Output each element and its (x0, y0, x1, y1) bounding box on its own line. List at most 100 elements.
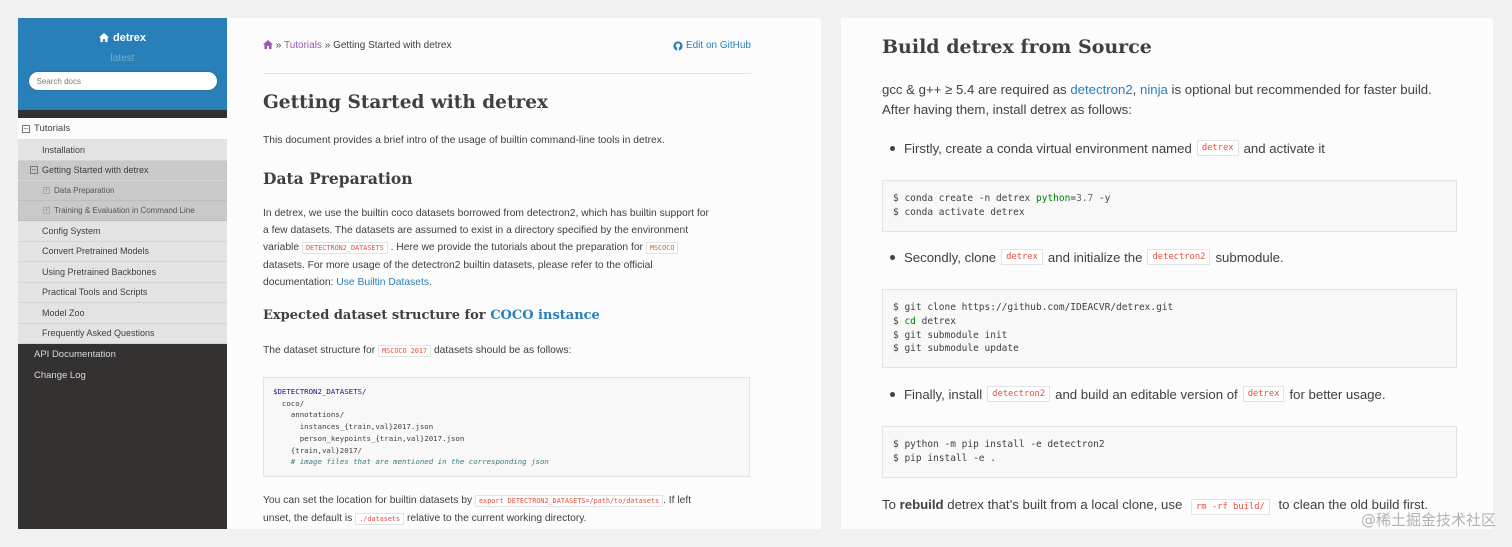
nav-item-label: API Documentation (34, 349, 116, 360)
sidebar: detrex latest − Tutorials Installation −… (18, 18, 227, 529)
nav-item-model-zoo[interactable]: Model Zoo (18, 303, 227, 324)
use-builtin-datasets-link[interactable]: Use Builtin Datasets (336, 277, 429, 288)
collapse-icon[interactable]: − (30, 166, 38, 175)
nav-item-label: Convert Pretrained Models (42, 246, 150, 257)
code-span: $ conda create -n detrex (893, 193, 1036, 204)
text-span: datasets should be as follows: (433, 345, 572, 356)
inline-code: detectron2 (1147, 249, 1211, 265)
text-span: variable (263, 242, 300, 253)
search-input[interactable] (27, 71, 218, 91)
pip-code-block: $ python -m pip install -e detectron2 $ … (882, 426, 1457, 478)
nav-item-installation[interactable]: Installation (18, 140, 227, 161)
coco-instance-link[interactable]: COCO instance (490, 308, 600, 323)
nav-item-pretrained-backbones[interactable]: Using Pretrained Backbones (18, 262, 227, 283)
structure-paragraph: The dataset structure for MSCOCO 2017 da… (263, 342, 751, 360)
breadcrumb-tutorials-link[interactable]: Tutorials (284, 40, 322, 51)
github-icon (673, 40, 683, 51)
requirements-paragraph: gcc & g++ ≥ 5.4 are required as detectro… (882, 80, 1462, 120)
text-span: is optional but recommended for faster b… (1171, 82, 1432, 97)
nav-section-tutorials[interactable]: − Tutorials (18, 118, 227, 140)
text-line: a few datasets. The datasets are assumed… (263, 225, 689, 236)
docs-page-left: detrex latest − Tutorials Installation −… (18, 18, 821, 529)
nav-item-label: Practical Tools and Scripts (42, 287, 148, 298)
list-item-step1: Firstly, create a conda virtual environm… (890, 140, 1325, 156)
code-line: $ python -m pip install -e detectron2 (893, 439, 1105, 450)
heading-text: Expected dataset structure for (263, 308, 486, 323)
nav-subitem-label: Training & Evaluation in Command Line (54, 206, 195, 215)
list-item-step3: Finally, install detectron2 and build an… (890, 386, 1386, 402)
inline-code: MSCOCO 2017 (378, 345, 432, 357)
nav-item-change-log[interactable]: Change Log (18, 365, 227, 386)
bullet-icon (890, 145, 895, 151)
home-icon[interactable] (263, 40, 276, 51)
nav-item-convert-pretrained[interactable]: Convert Pretrained Models (18, 241, 227, 262)
project-title: detrex (112, 31, 147, 44)
data-prep-paragraph: In detrex, we use the builtin coco datas… (263, 205, 751, 291)
nav-item-faq[interactable]: Frequently Asked Questions (18, 323, 227, 344)
detectron2-link[interactable]: detectron2 (1070, 82, 1132, 97)
text-span: , (1132, 82, 1137, 97)
text-span: . Here we provide the tutorials about th… (390, 242, 643, 253)
nav-section-label: Tutorials (34, 123, 71, 134)
breadcrumb-current: Getting Started with detrex (333, 40, 452, 51)
nav-item-practical-tools[interactable]: Practical Tools and Scripts (18, 282, 227, 303)
code-line: $ git submodule init (893, 329, 1008, 341)
location-paragraph: You can set the location for builtin dat… (263, 492, 751, 528)
project-home-link[interactable]: detrex (98, 31, 147, 44)
conda-code-block: $ conda create -n detrex python=3.7 -y $… (882, 180, 1457, 232)
home-icon (98, 33, 109, 42)
nav-item-config-system[interactable]: Config System (18, 221, 227, 242)
expand-icon[interactable]: + (43, 187, 50, 194)
nav-item-label: Change Log (34, 370, 86, 381)
inline-code: detrex (1196, 140, 1239, 156)
bullet-icon (890, 391, 895, 397)
text-line: gcc & g++ ≥ 5.4 are required as detectro… (882, 80, 1462, 100)
inline-code: detrex (1001, 249, 1043, 265)
nav-subitem-training-evaluation[interactable]: + Training & Evaluation in Command Line (18, 201, 227, 221)
code-number: 3.7 (1076, 193, 1094, 204)
version-label: latest (110, 53, 135, 64)
ninja-link[interactable]: ninja (1140, 82, 1168, 97)
sidebar-header: detrex latest (18, 18, 227, 110)
nav-item-label: Getting Started with detrex (42, 165, 149, 176)
nav-item-getting-started[interactable]: − Getting Started with detrex (18, 160, 227, 181)
text-line: datasets. For more usage of the detectro… (263, 260, 653, 271)
dataset-tree-code-block: $DETECTRON2_DATASETS/ coco/ annotations/… (263, 377, 750, 477)
text-line: documentation: Use Builtin Datasets. (263, 274, 751, 291)
text-span: and initialize the (1047, 249, 1143, 265)
text-span: Finally, install (904, 386, 983, 402)
page-title: Getting Started with detrex (263, 92, 549, 113)
nav-item-api-docs[interactable]: API Documentation (18, 344, 227, 365)
code-line: $ conda activate detrex (893, 206, 1025, 218)
nav-item-label: Frequently Asked Questions (42, 328, 155, 339)
code-line: {train,val}2017/ (273, 445, 362, 455)
code-span: detrex (915, 315, 956, 327)
code-line: $ pip install -e . (893, 452, 996, 464)
expand-icon[interactable]: + (43, 207, 50, 214)
inline-code: DETECTRON2_DATASETS (301, 242, 388, 254)
text-span: . If left (663, 495, 692, 506)
code-keyword: python (1036, 193, 1071, 204)
breadcrumb: » Tutorials » Getting Started with detre… (263, 40, 751, 54)
breadcrumb-separator: » (275, 40, 282, 51)
text-line: unset, the default is ./datasets relativ… (263, 510, 751, 528)
code-comment: # image files that are mentioned in the … (273, 457, 549, 467)
git-code-block: $ git clone https://github.com/IDEACVR/d… (882, 289, 1457, 369)
edit-on-github-label: Edit on GitHub (685, 40, 751, 51)
text-span: relative to the current working director… (406, 513, 587, 524)
edit-on-github-link[interactable]: Edit on GitHub (673, 40, 751, 51)
text-span: The dataset structure for (263, 345, 376, 356)
inline-code: rm -rf build/ (1190, 499, 1270, 515)
code-line: instances_{train,val}2017.json (273, 422, 434, 432)
nav-subitem-data-preparation[interactable]: + Data Preparation (18, 181, 227, 201)
nav-item-label: Model Zoo (42, 307, 85, 318)
text-line: After having them, install detrex as fol… (882, 102, 1132, 117)
code-line: person_keypoints_{train,val}2017.json (273, 433, 465, 443)
section-heading-dataset-structure: Expected dataset structure for COCO inst… (263, 308, 600, 323)
text-span: . (429, 277, 432, 288)
collapse-icon[interactable]: − (22, 124, 30, 133)
text-span: and activate it (1243, 140, 1325, 156)
text-span: detrex that’s built from a local clone, … (947, 497, 1183, 512)
inline-code: MSCOCO (645, 242, 679, 254)
text-span: You can set the location for builtin dat… (263, 495, 473, 506)
